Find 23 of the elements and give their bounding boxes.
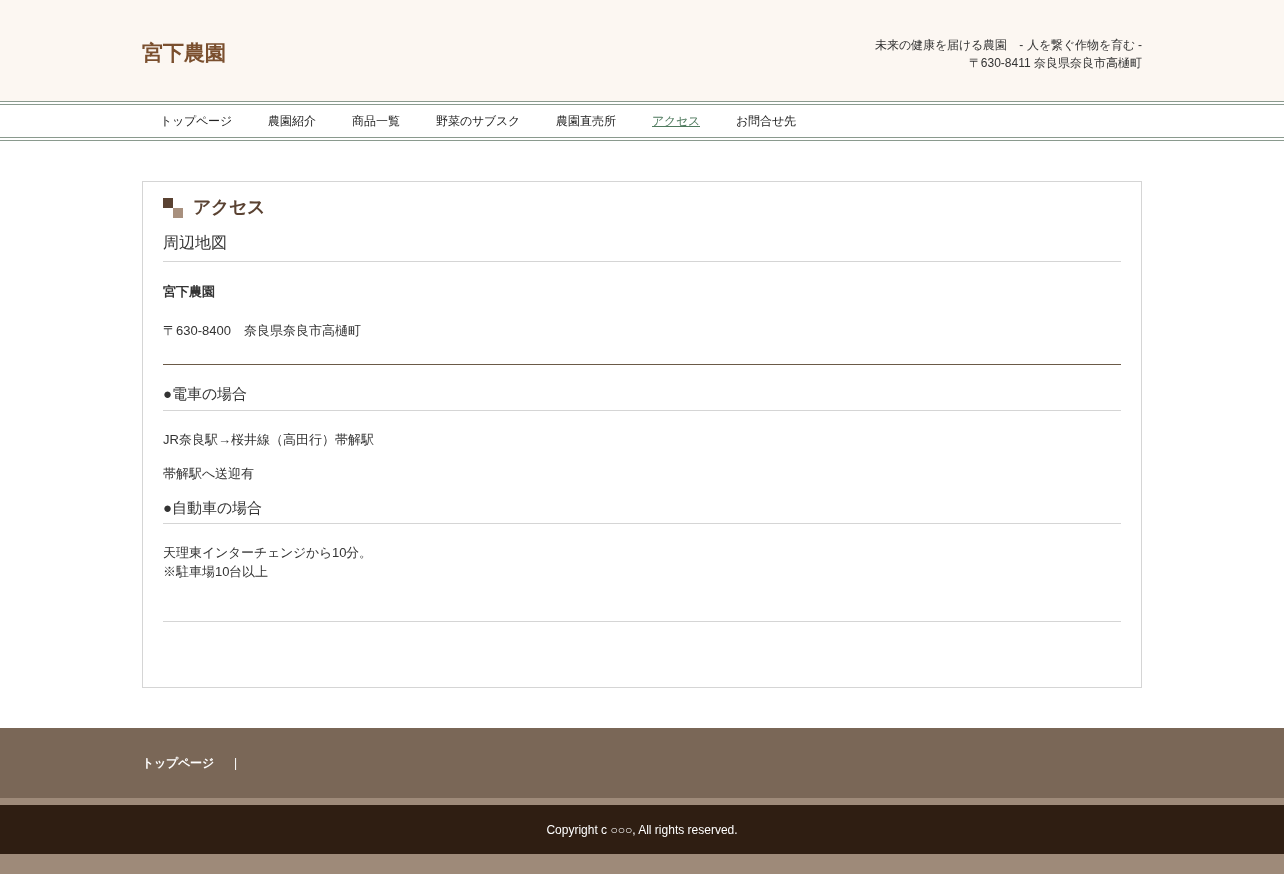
section-heading: ●自動車の場合 xyxy=(163,496,1121,524)
nav-link[interactable]: アクセス xyxy=(652,112,700,130)
nav-link[interactable]: お問合せ先 xyxy=(736,112,796,130)
nav-link[interactable]: 野菜のサブスク xyxy=(436,112,520,130)
nav-link[interactable]: トップページ xyxy=(160,112,232,130)
section-heading: ●電車の場合 xyxy=(163,383,1121,411)
copyright-text: Copyright c ○○○, All rights reserved. xyxy=(546,821,738,839)
paragraph: JR奈良駅→桜井線（高田行）帯解駅 xyxy=(163,430,375,449)
nav-link[interactable]: 農園紹介 xyxy=(268,112,316,130)
section-heading: 周辺地図 xyxy=(163,231,1121,262)
footer-link[interactable]: トップページ xyxy=(142,754,214,772)
nav-link[interactable]: 農園直売所 xyxy=(556,112,616,130)
paragraph: 帯解駅へ送迎有 xyxy=(163,464,255,483)
farm-name: 宮下農園 xyxy=(163,283,216,301)
nav-link[interactable]: 商品一覧 xyxy=(352,112,400,130)
page-title: アクセス xyxy=(193,196,265,219)
tagline: 未来の健康を届ける農園 - 人を繋ぐ作物を育む - xyxy=(875,37,1142,54)
site-logo[interactable]: 宮下農園 xyxy=(142,37,226,69)
paragraph: 天理東インターチェンジから10分。 ※駐車場10台以上 xyxy=(163,544,374,581)
farm-address: 〒630-8400 奈良県奈良市高樋町 xyxy=(163,321,362,340)
footer-separator: | xyxy=(234,755,238,772)
header-address: 〒630-8411 奈良県奈良市高樋町 xyxy=(967,55,1142,72)
squares-icon xyxy=(163,197,183,218)
